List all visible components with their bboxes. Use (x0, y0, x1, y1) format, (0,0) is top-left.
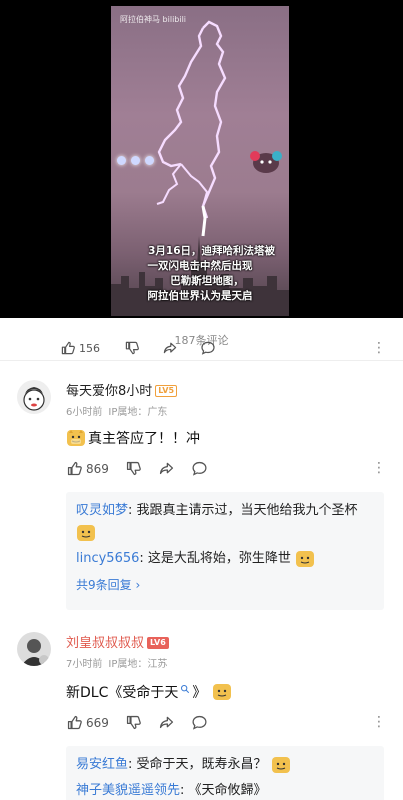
username[interactable]: 每天爱你8小时 LV5 (66, 380, 178, 399)
previous-like-count: 156 (79, 341, 100, 355)
reply-button[interactable] (191, 714, 208, 731)
sticker-face-icon (250, 151, 282, 173)
avatar[interactable] (17, 380, 51, 414)
comments-panel: 187条评论 156 ⋮ 每天爱你8小时 LV5 6小时前 IP属地：广东 真主… (0, 318, 403, 800)
share-icon[interactable] (162, 340, 178, 356)
share-icon (159, 716, 173, 729)
reply-text: 受命于天，既寿永昌？ (136, 757, 267, 772)
reply-text: 我跟真主请示过，当天他给我九个圣杯 (136, 503, 358, 518)
reply-item[interactable]: 易安红鱼: 受命于天，既寿永昌？ (76, 754, 374, 776)
previous-comment-actions: 156 (60, 340, 216, 356)
previous-more-button[interactable]: ⋮ (372, 340, 386, 356)
comment-time: 6小时前 (66, 407, 103, 418)
doge-emoji-icon (271, 756, 290, 773)
more-options-button[interactable]: ⋮ (372, 714, 386, 730)
video-caption: 3月16日，迪拜哈利法塔被 一双闪电击中然后出现 巴勒斯坦地图， 阿拉伯世界认为… (111, 244, 289, 304)
comment-actions: 669 (66, 714, 224, 731)
comment-text: 真主答应了！！冲 (66, 428, 200, 448)
dislike-button[interactable] (125, 714, 142, 731)
like-count: 669 (86, 715, 109, 730)
reply-item[interactable]: lincy5656: 这是大乱将始，弥生降世 (76, 548, 374, 570)
previous-like-button[interactable]: 156 (60, 340, 100, 356)
comment-time: 7小时前 (66, 659, 103, 670)
search-icon[interactable] (180, 684, 190, 694)
reply-username[interactable]: 神子美貌遥遥领先 (76, 783, 180, 798)
level-badge: LV5 (155, 385, 178, 397)
reply-box: 易安红鱼: 受命于天，既寿永昌？ 神子美貌遥遥领先: 《天命攸歸》 (66, 746, 384, 800)
view-all-replies-link[interactable]: 共9条回复 › (76, 574, 374, 596)
thumb-up-icon (67, 461, 82, 476)
caption-line-2: 一双闪电击中然后出现 (147, 260, 253, 272)
like-count: 869 (86, 461, 109, 476)
dislike-button[interactable] (125, 460, 142, 477)
like-button[interactable]: 669 (66, 714, 109, 731)
caption-line-4: 阿拉伯世界认为是天启 (147, 290, 253, 302)
comment-text: 新DLC《受命于天 》 (66, 682, 232, 702)
reply-username[interactable]: 易安红鱼 (76, 757, 128, 772)
comment-actions: 869 (66, 460, 224, 477)
thumb-up-icon (61, 341, 75, 355)
reply-username[interactable]: lincy5656 (76, 551, 139, 566)
reply-text: 这是大乱将始，弥生降世 (147, 551, 291, 566)
comment-meta: 7小时前 IP属地：江苏 (66, 655, 173, 670)
thumb-down-icon (126, 715, 141, 730)
comment-icon[interactable] (200, 340, 216, 356)
video-player[interactable]: 阿拉伯神马 bilibili 3月16日，迪拜哈利法塔被 一双闪电击中然后出现 … (0, 0, 403, 318)
username-text: 每天爱你8小时 (66, 384, 153, 399)
reply-button[interactable] (191, 460, 208, 477)
comment-meta: 6小时前 IP属地：广东 (66, 403, 173, 418)
share-button[interactable] (158, 714, 175, 731)
like-button[interactable]: 869 (66, 460, 109, 477)
comment-body: 真主答应了！！冲 (88, 431, 200, 447)
reply-item[interactable]: 叹灵如梦: 我跟真主请示过，当天他给我九个圣杯 (76, 500, 374, 544)
caption-line-1: 3月16日，迪拜哈利法塔被 (148, 245, 275, 257)
more-options-button[interactable]: ⋮ (372, 460, 386, 476)
comment-ip: IP属地：广东 (108, 407, 168, 418)
reply-username[interactable]: 叹灵如梦 (76, 503, 128, 518)
reply-box: 叹灵如梦: 我跟真主请示过，当天他给我九个圣杯 lincy5656: 这是大乱将… (66, 492, 384, 610)
comment-icon (192, 461, 207, 476)
comment-icon (192, 715, 207, 730)
video-frame[interactable]: 阿拉伯神马 bilibili 3月16日，迪拜哈利法塔被 一双闪电击中然后出现 … (111, 6, 289, 316)
thumb-down-icon[interactable] (124, 340, 140, 356)
doge-emoji-icon (77, 524, 95, 541)
share-icon (159, 462, 173, 475)
doge-emoji-icon (213, 684, 232, 700)
reply-item[interactable]: 神子美貌遥遥领先: 《天命攸歸》 (76, 780, 374, 800)
light-orbs (117, 156, 154, 165)
doge-emoji-icon (67, 430, 85, 446)
reply-text: 《天命攸歸》 (188, 783, 267, 798)
username-text: 刘皇叔叔叔叔 (66, 636, 145, 651)
divider (0, 360, 403, 361)
level-badge: LV6 (147, 637, 169, 649)
share-button[interactable] (158, 460, 175, 477)
thumb-up-icon (67, 715, 82, 730)
comment-body-end: 》 (192, 685, 207, 701)
comment-body: 新DLC《受命于天 (66, 685, 179, 701)
username[interactable]: 刘皇叔叔叔叔 LV6 (66, 632, 169, 651)
caption-line-3: 巴勒斯坦地图， (170, 275, 244, 287)
avatar[interactable] (17, 632, 51, 666)
comment-ip: IP属地：江苏 (108, 659, 168, 670)
thumb-down-icon (126, 461, 141, 476)
doge-emoji-icon (296, 550, 315, 567)
